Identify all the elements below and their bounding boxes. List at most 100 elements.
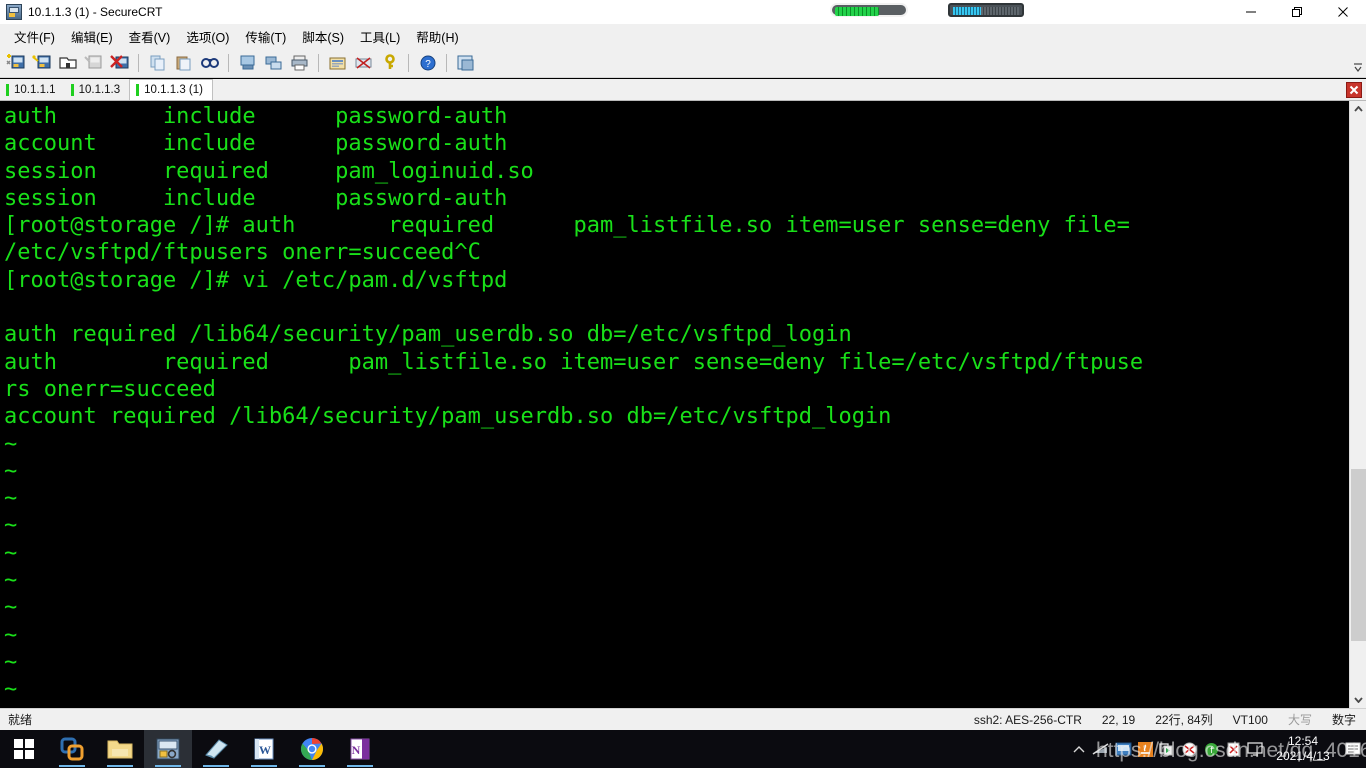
green-meter-widget[interactable] [830, 3, 908, 17]
show-hidden-icons-chevron[interactable] [1068, 730, 1090, 768]
system-tray: f 12:54 2021/4/13 [1068, 730, 1366, 768]
pdf-tray-icon[interactable] [1222, 730, 1244, 768]
toolbar-separator-5 [446, 54, 450, 72]
tab-10-1-1-1[interactable]: 10.1.1.1 [0, 80, 65, 100]
scroll-up-icon[interactable] [1350, 101, 1366, 118]
status-caps-lock: 大写 [1287, 713, 1312, 727]
restore-button[interactable] [1274, 0, 1320, 24]
close-tab-button[interactable] [1346, 82, 1362, 98]
blue-meter-fill [953, 7, 981, 15]
svg-text:W: W [259, 743, 271, 757]
close-button[interactable] [1320, 0, 1366, 24]
green-meter-fill [835, 7, 879, 16]
blue-meter-widget[interactable] [948, 3, 1024, 17]
taskbar-file-explorer[interactable] [96, 730, 144, 768]
terminal-line: auth required /lib64/security/pam_userdb… [4, 322, 852, 348]
keymap-editor-icon[interactable] [352, 52, 376, 75]
disconnect-icon[interactable] [108, 52, 132, 75]
log-session-icon[interactable] [262, 52, 286, 75]
apps-tray-icon[interactable]: f [1200, 730, 1222, 768]
svg-text:?: ? [425, 59, 431, 70]
taskbar-word[interactable]: W [240, 730, 288, 768]
toolbar-separator-3 [318, 54, 322, 72]
terminal-screen[interactable]: auth include password-auth account includ… [0, 101, 1349, 708]
terminal-line: [root@storage /]# vi /etc/pam.d/vsftpd [4, 267, 508, 293]
status-emulation: VT100 [1232, 712, 1268, 727]
terminal-line: ~ [4, 595, 18, 621]
clock-time: 12:54 [1287, 734, 1319, 748]
taskbar-onenote[interactable]: N [336, 730, 384, 768]
new-tab-icon[interactable] [56, 52, 80, 75]
copy-icon[interactable] [146, 52, 170, 75]
taskbar-vmware[interactable] [48, 730, 96, 768]
windows-logo-icon [14, 739, 34, 759]
status-bar: 就绪 ssh2: AES-256-CTR 22, 19 22行, 84列 VT1… [0, 708, 1366, 730]
toolbar-separator-2 [228, 54, 232, 72]
taskbar-clock[interactable]: 12:54 2021/4/13 [1266, 730, 1340, 768]
java-icon[interactable] [1134, 730, 1156, 768]
terminal-line: auth required pam_listfile.so item=user … [4, 349, 1144, 375]
new-session-icon[interactable] [4, 52, 28, 75]
terminal-line: ~ [4, 622, 18, 648]
securecrt-icon [6, 4, 22, 20]
terminal-line: ~ [4, 540, 18, 566]
menu-edit[interactable]: 编辑(E) [63, 24, 121, 49]
session-options-icon[interactable] [326, 52, 350, 75]
print-icon[interactable] [288, 52, 312, 75]
tab-label: 10.1.1.1 [14, 84, 56, 96]
menu-view[interactable]: 查看(V) [121, 24, 179, 49]
minimize-button[interactable] [1228, 0, 1274, 24]
tile-windows-icon[interactable] [454, 52, 478, 75]
taskbar-chrome[interactable] [288, 730, 336, 768]
taskbar-running-indicator [203, 765, 229, 767]
menu-help[interactable]: 帮助(H) [408, 24, 466, 49]
taskbar-notepad[interactable] [192, 730, 240, 768]
screen-record-icon[interactable] [1156, 730, 1178, 768]
toolbar-separator-4 [408, 54, 412, 72]
terminal-area[interactable]: auth include password-auth account includ… [0, 101, 1366, 708]
menu-tools[interactable]: 工具(L) [352, 24, 408, 49]
terminal-line: rs onerr=succeed [4, 376, 216, 402]
key-icon[interactable] [378, 52, 402, 75]
status-protocol: ssh2: AES-256-CTR [973, 712, 1082, 727]
clone-session-icon[interactable] [82, 52, 106, 75]
monitor-tray-icon[interactable] [1244, 730, 1266, 768]
taskbar-securecrt[interactable] [144, 730, 192, 768]
terminal-line: ~ [4, 568, 18, 594]
menu-script[interactable]: 脚本(S) [294, 24, 352, 49]
terminal-line: [root@storage /]# auth required pam_list… [4, 213, 1130, 239]
excel-tray-icon[interactable] [1178, 730, 1200, 768]
paste-icon[interactable] [172, 52, 196, 75]
remote-desktop-icon[interactable] [1112, 730, 1134, 768]
status-num-lock: 数字 [1331, 713, 1356, 727]
terminal-line: ~ [4, 431, 18, 457]
find-icon[interactable] [198, 52, 222, 75]
scroll-down-icon[interactable] [1350, 691, 1366, 708]
tab-status-indicator [136, 84, 140, 96]
toolbar-overflow-button[interactable] [1352, 53, 1364, 73]
tab-status-indicator [70, 84, 74, 96]
securecrt-window: 10.1.1.3 (1) - SecureCRT 文件(F) 编辑(E) 查看(… [0, 0, 1366, 768]
menu-file[interactable]: 文件(F) [6, 24, 63, 49]
window-title: 10.1.1.3 (1) - SecureCRT [28, 5, 163, 19]
taskbar-running-indicator [155, 765, 181, 767]
menu-transfer[interactable]: 传输(T) [237, 24, 294, 49]
terminal-scrollbar[interactable] [1349, 101, 1366, 708]
print-screen-icon[interactable] [236, 52, 260, 75]
tab-10-1-1-3-1[interactable]: 10.1.1.3 (1) [129, 79, 213, 100]
window-controls [1228, 0, 1366, 24]
menu-options[interactable]: 选项(O) [178, 24, 237, 49]
scrollbar-thumb[interactable] [1351, 469, 1366, 641]
connect-sftp-icon[interactable] [30, 52, 54, 75]
help-icon[interactable]: ? [416, 52, 440, 75]
tool-bar: ? [0, 49, 1366, 78]
start-button[interactable] [0, 730, 48, 768]
network-offline-icon[interactable] [1090, 730, 1112, 768]
terminal-line: account include password-auth [4, 131, 508, 157]
terminal-line: auth include password-auth [4, 104, 508, 129]
tab-10-1-1-3[interactable]: 10.1.1.3 [64, 80, 130, 100]
taskbar-running-indicator [347, 765, 373, 767]
notification-icon[interactable] [1340, 730, 1366, 768]
terminal-line: ~ [4, 486, 18, 512]
terminal-line: ~ [4, 458, 18, 484]
